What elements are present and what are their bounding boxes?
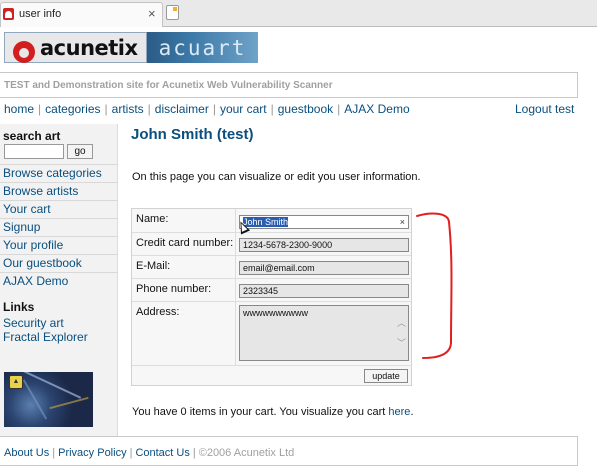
nav-guestbook[interactable]: guestbook bbox=[278, 102, 333, 116]
sidebar-item-our-guestbook[interactable]: Our guestbook bbox=[0, 254, 118, 272]
acunetix-logo: acunetix bbox=[4, 32, 147, 63]
address-label: Address: bbox=[136, 306, 180, 318]
sidebar-item-browse-categories[interactable]: Browse categories bbox=[0, 164, 118, 182]
page-title: John Smith (test) bbox=[131, 126, 254, 143]
sidebar-item-browse-artists[interactable]: Browse artists bbox=[0, 182, 118, 200]
form-row-email: E-Mail: email@email.com bbox=[132, 256, 411, 279]
sidebar-item-your-cart[interactable]: Your cart bbox=[0, 200, 118, 218]
browser-tab-bar: user info × bbox=[0, 0, 597, 27]
main-nav: home | categories | artists | disclaimer | your … bbox=[4, 102, 410, 118]
name-label: Name: bbox=[136, 213, 169, 225]
nav-separator: | bbox=[270, 102, 274, 116]
new-tab-icon[interactable] bbox=[166, 5, 179, 20]
nav-separator: | bbox=[212, 102, 216, 116]
form-row-credit-card: Credit card number: 1234-5678-2300-9000 bbox=[132, 233, 411, 256]
search-input[interactable] bbox=[4, 144, 64, 159]
clear-icon[interactable]: × bbox=[400, 216, 405, 228]
phone-field[interactable]: 2323345 bbox=[239, 284, 409, 298]
fractal-badge-icon: ▲ bbox=[9, 375, 23, 389]
cart-status-text: You have 0 items in your cart. You visua… bbox=[132, 406, 414, 418]
tagline-text: TEST and Demonstration site for Acunetix… bbox=[4, 80, 333, 91]
red-bracket-annotation bbox=[416, 212, 453, 359]
logout-link[interactable]: Logout test bbox=[515, 102, 574, 116]
site-tagline: TEST and Demonstration site for Acunetix… bbox=[0, 72, 578, 98]
footer-links: About Us | Privacy Policy | Contact Us | ©2006… bbox=[4, 447, 294, 459]
logo-text-acuart: acuart bbox=[158, 35, 247, 60]
scroll-down-icon[interactable]: ﹀ bbox=[397, 336, 406, 349]
sidebar-menu: Browse categories Browse artists Your ca… bbox=[0, 164, 118, 290]
sidebar: search art go Browse categories Browse a… bbox=[0, 124, 118, 436]
footer: About Us | Privacy Policy | Contact Us | ©2006… bbox=[0, 436, 578, 466]
cart-status-message: You have 0 items in your cart. You visua… bbox=[132, 406, 389, 418]
nav-separator: | bbox=[104, 102, 108, 116]
acuart-logo: acuart bbox=[147, 32, 258, 63]
footer-contact-us[interactable]: Contact Us bbox=[135, 447, 189, 459]
fractal-banner-image[interactable]: ▲ bbox=[4, 372, 93, 427]
footer-privacy-policy[interactable]: Privacy Policy bbox=[58, 447, 126, 459]
user-info-form: Name: John Smith × Credit card number: 1… bbox=[131, 208, 412, 386]
name-field[interactable]: John Smith × bbox=[239, 215, 409, 229]
address-field[interactable]: wwwwwwwwww ︿ ﹀ bbox=[239, 305, 409, 361]
site-logo[interactable]: acunetix acuart bbox=[4, 32, 258, 63]
credit-card-field[interactable]: 1234-5678-2300-9000 bbox=[239, 238, 409, 252]
copyright-text: ©2006 Acunetix Ltd bbox=[198, 447, 295, 459]
nav-ajax-demo[interactable]: AJAX Demo bbox=[344, 102, 409, 116]
cart-period: . bbox=[410, 406, 414, 418]
nav-your-cart[interactable]: your cart bbox=[220, 102, 267, 116]
intro-text: On this page you can visualize or edit y… bbox=[132, 171, 421, 183]
browser-tab[interactable]: user info × bbox=[0, 2, 163, 27]
search-title: search art bbox=[3, 129, 61, 143]
link-fractal-explorer[interactable]: Fractal Explorer bbox=[3, 330, 88, 344]
nav-separator: | bbox=[147, 102, 151, 116]
links-title: Links bbox=[3, 300, 35, 314]
fractal-stroke bbox=[22, 379, 48, 420]
nav-disclaimer[interactable]: disclaimer bbox=[155, 102, 209, 116]
sidebar-item-ajax-demo[interactable]: AJAX Demo bbox=[0, 272, 118, 290]
name-value: John Smith bbox=[243, 217, 289, 227]
form-row-phone: Phone number: 2323345 bbox=[132, 279, 411, 302]
nav-artists[interactable]: artists bbox=[112, 102, 144, 116]
acunetix-favicon-icon bbox=[3, 8, 14, 20]
cart-here-link[interactable]: here bbox=[388, 406, 410, 418]
nav-categories[interactable]: categories bbox=[45, 102, 100, 116]
footer-about-us[interactable]: About Us bbox=[4, 447, 49, 459]
link-security-art[interactable]: Security art bbox=[3, 316, 64, 330]
credit-card-label: Credit card number: bbox=[136, 237, 234, 249]
address-value: wwwwwwwwww bbox=[243, 308, 308, 318]
nav-home[interactable]: home bbox=[4, 102, 34, 116]
update-button[interactable]: update bbox=[364, 369, 408, 383]
search-go-button[interactable]: go bbox=[67, 144, 93, 159]
footer-separator: | bbox=[129, 447, 133, 459]
email-label: E-Mail: bbox=[136, 260, 171, 272]
nav-separator: | bbox=[38, 102, 42, 116]
sidebar-item-signup[interactable]: Signup bbox=[0, 218, 118, 236]
close-tab-icon[interactable]: × bbox=[148, 6, 156, 21]
footer-separator: | bbox=[52, 447, 56, 459]
acunetix-mark-icon bbox=[13, 39, 37, 63]
tab-title: user info bbox=[19, 8, 62, 20]
nav-separator: | bbox=[337, 102, 341, 116]
form-row-name: Name: John Smith × bbox=[132, 209, 411, 233]
scroll-up-icon[interactable]: ︿ bbox=[397, 316, 406, 329]
sidebar-item-your-profile[interactable]: Your profile bbox=[0, 236, 118, 254]
logo-text-acunetix: acunetix bbox=[40, 35, 138, 60]
footer-separator: | bbox=[192, 447, 196, 459]
email-field[interactable]: email@email.com bbox=[239, 261, 409, 275]
phone-label: Phone number: bbox=[136, 283, 212, 295]
fractal-stroke bbox=[49, 396, 89, 410]
